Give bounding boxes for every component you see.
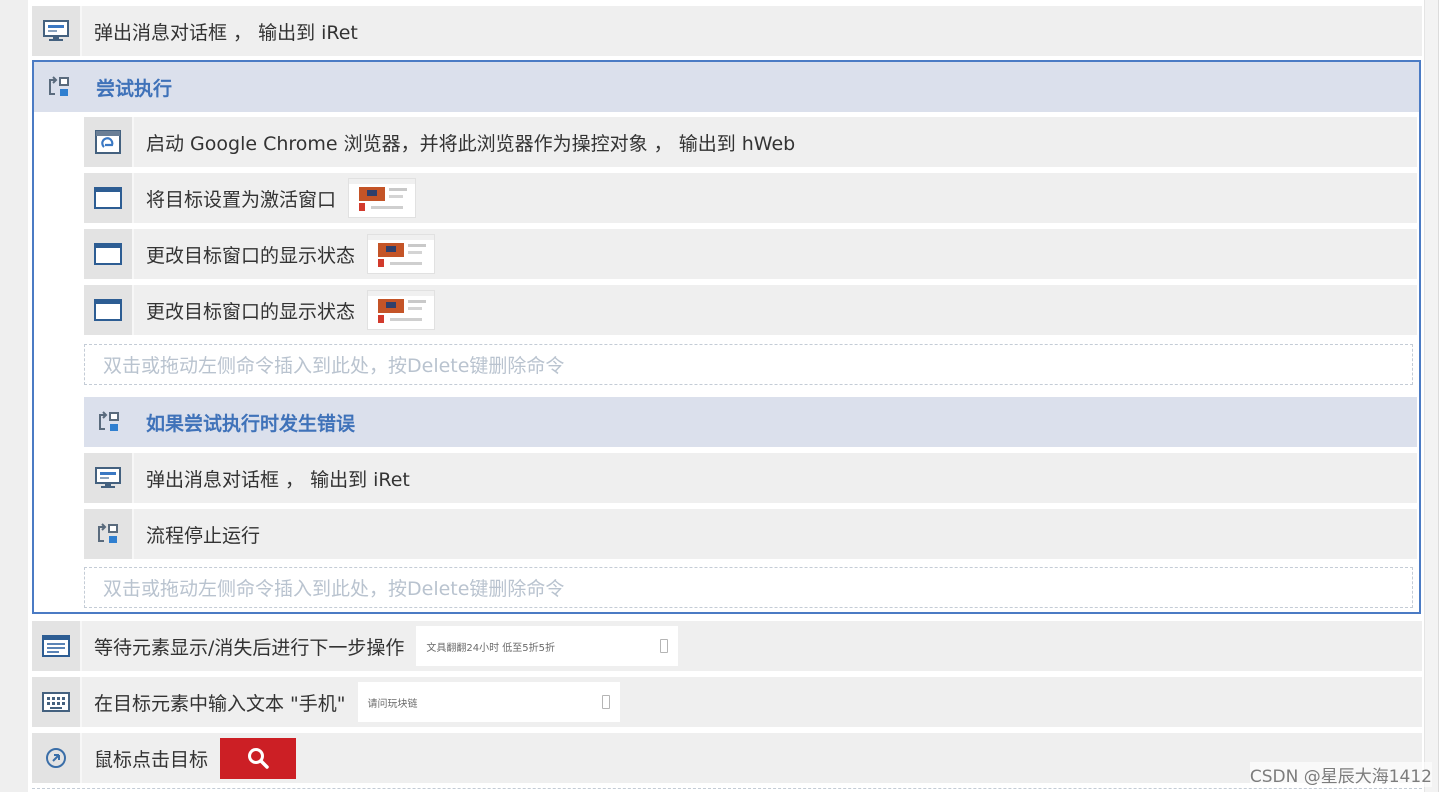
- search-button-thumbnail[interactable]: [220, 737, 297, 779]
- step-row-change-window-state[interactable]: 更改目标窗口的显示状态: [84, 285, 1417, 335]
- step-label: 在目标元素中输入文本 "手机": [94, 692, 346, 715]
- drop-zone[interactable]: 双击或拖动左侧命令插入到此处，按Delete键删除命令: [84, 567, 1413, 608]
- drop-hint: 双击或拖动左侧命令插入到此处，按Delete键删除命令: [103, 355, 565, 377]
- step-row-stop-flow[interactable]: 流程停止运行: [84, 509, 1417, 559]
- left-gutter: [0, 0, 28, 792]
- watermark: CSDN @星辰大海1412: [1249, 762, 1432, 787]
- catch-header[interactable]: 如果尝试执行时发生错误: [84, 397, 1417, 447]
- step-label: 弹出消息对话框 ， 输出到 iRet: [146, 468, 410, 491]
- try-header-label: 尝试执行: [96, 77, 173, 100]
- window-icon: [84, 285, 134, 335]
- try-header[interactable]: 尝试执行: [34, 62, 1419, 112]
- target-thumbnail[interactable]: [348, 178, 417, 218]
- step-label: 更改目标窗口的显示状态: [146, 300, 356, 323]
- drop-hint: 双击或拖动左侧命令插入到此处，按Delete键删除命令: [103, 578, 565, 600]
- step-label: 启动 Google Chrome 浏览器，并将此浏览器作为操控对象 ， 输出到 …: [146, 132, 796, 155]
- window-icon: [84, 229, 134, 279]
- scrollbar[interactable]: [1438, 0, 1446, 792]
- step-row-mouse-click[interactable]: 鼠标点击目标: [32, 733, 1422, 783]
- step-row-change-window-state[interactable]: 更改目标窗口的显示状态: [84, 229, 1417, 279]
- step-label: 更改目标窗口的显示状态: [146, 244, 356, 267]
- right-gutter: [1424, 0, 1439, 792]
- form-icon: [32, 621, 82, 671]
- step-row-msgbox[interactable]: 弹出消息对话框 ， 输出到 iRet: [84, 453, 1417, 503]
- element-preview-text: 请问玩块链: [367, 698, 418, 710]
- step-label: 弹出消息对话框 ， 输出到 iRet: [94, 21, 358, 44]
- catch-header-label: 如果尝试执行时发生错误: [146, 412, 356, 435]
- step-row-set-active-window[interactable]: 将目标设置为激活窗口: [84, 173, 1417, 223]
- step-label: 流程停止运行: [146, 524, 261, 547]
- trash-icon[interactable]: [660, 639, 669, 653]
- step-row-msgbox[interactable]: 弹出消息对话框 ， 输出到 iRet: [32, 6, 1422, 56]
- step-label: 将目标设置为激活窗口: [146, 188, 337, 211]
- drop-zone[interactable]: 双击或拖动左侧命令插入到此处，按Delete键删除命令: [84, 344, 1413, 385]
- try-flow-icon: [84, 509, 134, 559]
- target-icon: [32, 733, 82, 783]
- element-preview-text: 文具翻翻24小时 低至5折5折: [426, 642, 556, 654]
- drop-zone-edge: [32, 788, 1422, 789]
- element-preview[interactable]: 文具翻翻24小时 低至5折5折: [416, 626, 679, 666]
- monitor-icon: [84, 453, 134, 503]
- step-row-wait-element[interactable]: 等待元素显示/消失后进行下一步操作 文具翻翻24小时 低至5折5折: [32, 621, 1422, 671]
- keyboard-icon: [32, 677, 82, 727]
- step-row-launch-chrome[interactable]: 启动 Google Chrome 浏览器，并将此浏览器作为操控对象 ， 输出到 …: [84, 117, 1417, 167]
- target-thumbnail[interactable]: [367, 234, 436, 274]
- try-flow-icon: [34, 62, 84, 112]
- trash-icon[interactable]: [601, 695, 610, 709]
- monitor-icon: [32, 6, 82, 56]
- try-flow-icon: [84, 397, 134, 447]
- search-icon: [248, 748, 269, 769]
- target-thumbnail[interactable]: [367, 290, 436, 330]
- element-preview[interactable]: 请问玩块链: [357, 682, 620, 722]
- step-label: 等待元素显示/消失后进行下一步操作: [94, 636, 405, 659]
- window-icon: [84, 173, 134, 223]
- browser-icon: [84, 117, 134, 167]
- step-row-input-text[interactable]: 在目标元素中输入文本 "手机" 请问玩块链: [32, 677, 1422, 727]
- step-label: 鼠标点击目标: [94, 748, 209, 771]
